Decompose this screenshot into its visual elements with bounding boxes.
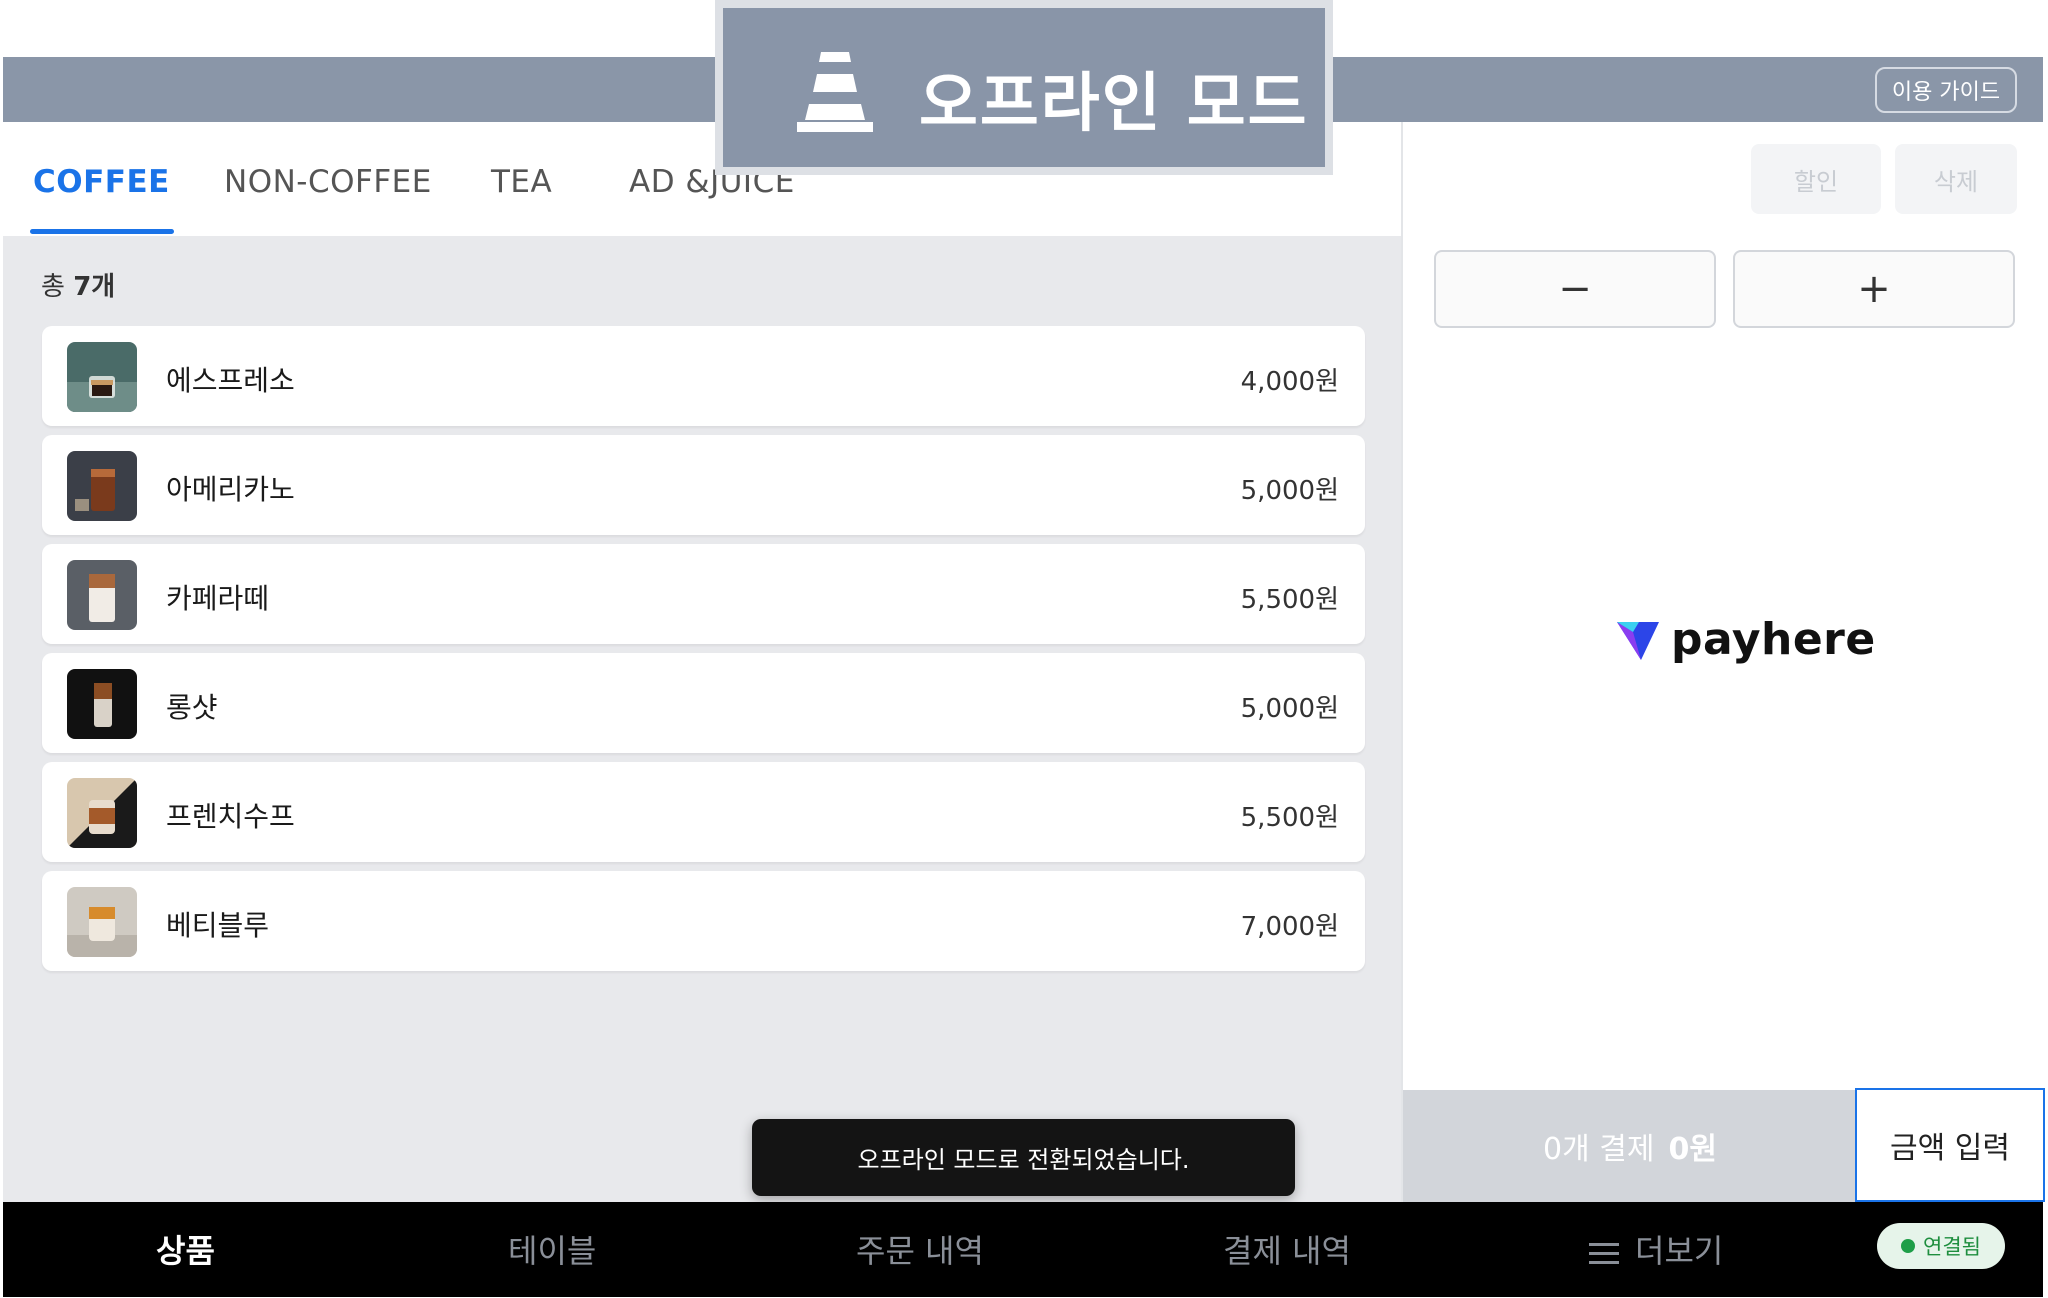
product-image xyxy=(67,342,137,412)
product-image xyxy=(67,451,137,521)
product-image xyxy=(67,560,137,630)
product-list: 에스프레소 4,000원 아메리카노 5,000원 카페라떼 5,500원 롱샷… xyxy=(42,326,1365,980)
offline-mode-banner: 오프라인 모드 xyxy=(715,0,1333,175)
brand-logo: payhere xyxy=(1615,614,1876,665)
status-dot-icon xyxy=(1901,1239,1916,1253)
product-price: 4,000원 xyxy=(1240,367,1339,397)
product-count-value: 7개 xyxy=(73,272,116,302)
product-name: 베티블루 xyxy=(166,909,270,942)
product-count-prefix: 총 xyxy=(41,272,74,302)
product-name: 롱샷 xyxy=(166,691,218,724)
product-item-americano[interactable]: 아메리카노 5,000원 xyxy=(42,435,1365,535)
product-name: 카페라떼 xyxy=(166,582,270,615)
bottom-nav: 상품 테이블 주문 내역 결제 내역 더보기 연결됨 xyxy=(3,1202,2043,1297)
tab-coffee[interactable]: COFFEE xyxy=(33,164,170,200)
connection-status-badge: 연결됨 xyxy=(1877,1223,2005,1269)
nav-products[interactable]: 상품 xyxy=(156,1226,215,1272)
pos-app: 이용 가이드 COFFEE NON-COFFEE TEA AD &JUICE 총… xyxy=(3,57,2045,1297)
discount-button[interactable]: 할인 xyxy=(1751,144,1881,214)
product-image xyxy=(67,778,137,848)
product-price: 5,000원 xyxy=(1240,694,1339,724)
active-tab-indicator xyxy=(30,229,174,234)
product-image xyxy=(67,887,137,957)
product-price: 5,000원 xyxy=(1240,476,1339,506)
payhere-logo-icon xyxy=(1617,621,1659,660)
delete-button[interactable]: 삭제 xyxy=(1895,144,2017,214)
product-item-french-soup[interactable]: 프렌치수프 5,500원 xyxy=(42,762,1365,862)
product-image xyxy=(67,669,137,739)
traffic-cone-icon xyxy=(797,52,873,132)
pay-count: 0개 결제 xyxy=(1543,1132,1655,1167)
product-name: 에스프레소 xyxy=(166,364,295,397)
product-price: 7,000원 xyxy=(1240,912,1339,942)
product-name: 프렌치수프 xyxy=(166,800,295,833)
guide-button[interactable]: 이용 가이드 xyxy=(1875,67,2017,113)
amount-input-button[interactable]: 금액 입력 xyxy=(1855,1088,2045,1202)
offline-mode-title: 오프라인 모드 xyxy=(919,67,1309,141)
product-item-cafe-latte[interactable]: 카페라떼 5,500원 xyxy=(42,544,1365,644)
toast-message: 오프라인 모드로 전환되었습니다. xyxy=(752,1119,1295,1196)
menu-icon xyxy=(1589,1237,1619,1270)
order-panel: 할인 삭제 − + payhere 0개 결제 0원 금액 입력 xyxy=(1401,122,2045,1202)
nav-more[interactable]: 더보기 xyxy=(1589,1226,1723,1272)
tab-tea[interactable]: TEA xyxy=(491,164,552,200)
product-count: 총 7개 xyxy=(41,266,115,303)
nav-order-history[interactable]: 주문 내역 xyxy=(856,1226,984,1272)
pay-amount: 0원 xyxy=(1668,1132,1717,1167)
tab-non-coffee[interactable]: NON-COFFEE xyxy=(224,164,432,200)
nav-more-label: 더보기 xyxy=(1635,1232,1724,1270)
product-item-betty-blue[interactable]: 베티블루 7,000원 xyxy=(42,871,1365,971)
brand-name: payhere xyxy=(1671,614,1876,665)
product-name: 아메리카노 xyxy=(166,473,295,506)
nav-payment-history[interactable]: 결제 내역 xyxy=(1223,1226,1351,1272)
product-price: 5,500원 xyxy=(1240,803,1339,833)
nav-tables[interactable]: 테이블 xyxy=(508,1226,596,1272)
pay-button[interactable]: 0개 결제 0원 xyxy=(1403,1090,1857,1202)
product-item-longshot[interactable]: 롱샷 5,000원 xyxy=(42,653,1365,753)
decrease-button[interactable]: − xyxy=(1434,250,1716,328)
product-item-espresso[interactable]: 에스프레소 4,000원 xyxy=(42,326,1365,426)
increase-button[interactable]: + xyxy=(1733,250,2015,328)
connection-status-label: 연결됨 xyxy=(1923,1235,1981,1259)
product-price: 5,500원 xyxy=(1240,585,1339,615)
product-panel: COFFEE NON-COFFEE TEA AD &JUICE 총 7개 에스프… xyxy=(3,122,1401,1202)
